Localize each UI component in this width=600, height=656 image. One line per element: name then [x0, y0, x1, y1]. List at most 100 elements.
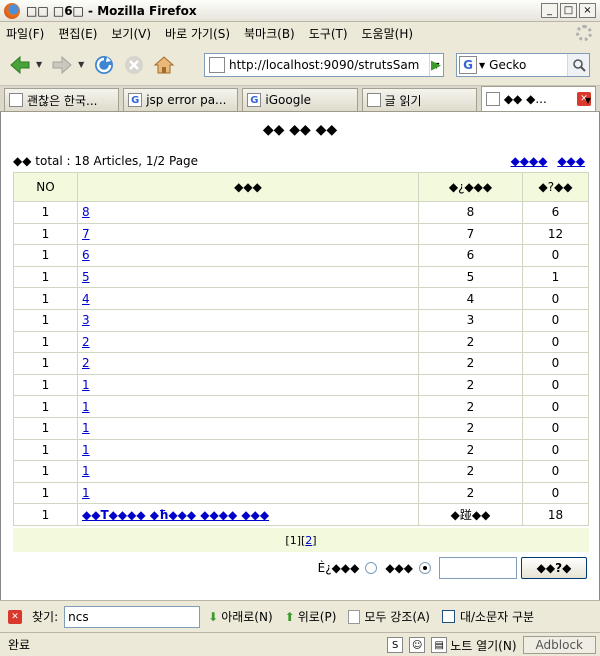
article-link[interactable]: 1 — [82, 421, 90, 435]
article-link[interactable]: 1 — [82, 464, 90, 478]
home-button[interactable] — [150, 51, 178, 79]
search-engine-dropdown[interactable]: ▼ — [479, 61, 485, 70]
find-input[interactable]: ncs — [64, 605, 201, 628]
search-engine-icon[interactable]: G — [459, 56, 477, 74]
menu-view[interactable]: 보기(V) — [111, 25, 151, 42]
menu-go[interactable]: 바로 가기(S) — [165, 25, 230, 42]
row-title-cell: 6 — [77, 244, 419, 267]
article-table: NO ◆◆◆ ◆¿◆◆◆ ◆?◆◆ 1 8 8 6 1 7 7 12 1 6 6 0 1 5 5 1 1 4 4 0 1… — [13, 172, 589, 526]
article-link[interactable]: 1 — [82, 443, 90, 457]
article-link[interactable]: 4 — [82, 292, 90, 306]
search-option-1-radio[interactable] — [365, 562, 378, 574]
page-link-2[interactable]: 2 — [305, 534, 312, 547]
row-hit-count: 0 — [522, 395, 589, 418]
tab-3[interactable]: G iGoogle — [242, 88, 358, 111]
search-option-2-radio[interactable] — [419, 562, 431, 574]
close-window-button[interactable]: × — [579, 3, 596, 18]
menu-tools[interactable]: 도구(T) — [309, 25, 348, 42]
menu-file[interactable]: 파일(F) — [6, 25, 44, 42]
table-row: 1886 — [13, 201, 589, 224]
adblock-button[interactable]: Adblock — [522, 636, 596, 654]
url-bar[interactable]: http://localhost:9090/strutsSam ▼ — [204, 53, 444, 77]
table-row: 11 20 — [13, 460, 589, 483]
menu-edit[interactable]: 편집(E) — [58, 25, 97, 42]
reload-button[interactable] — [90, 51, 118, 79]
minimize-button[interactable]: _ — [541, 3, 558, 18]
article-link[interactable]: 8 — [82, 205, 90, 219]
article-link[interactable]: 5 — [82, 270, 90, 284]
forward-button[interactable] — [48, 51, 76, 79]
find-previous-button[interactable]: ⬆ 위로(P) — [285, 608, 337, 625]
row-writer: 7 — [418, 222, 523, 246]
search-option-2-label: ◆◆◆ — [385, 561, 413, 575]
tab-5-active[interactable]: ◆◆ ◆... ✕ — [480, 86, 597, 111]
go-button[interactable]: ▶ — [426, 53, 446, 77]
article-link[interactable]: 6 — [82, 248, 90, 262]
article-link[interactable]: 1 — [82, 400, 90, 414]
back-button[interactable] — [6, 51, 34, 79]
match-case-label: 대/소문자 구분 — [459, 610, 535, 624]
article-link[interactable]: 1 — [82, 378, 90, 392]
article-link[interactable]: 7 — [82, 227, 90, 241]
tab-2[interactable]: G jsp error pa... — [123, 88, 239, 111]
menu-bar: 파일(F) 편집(E) 보기(V) 바로 가기(S) 북마크(B) 도구(T) … — [0, 22, 600, 44]
search-button[interactable] — [567, 54, 589, 76]
table-row: 11 20 — [13, 395, 589, 418]
find-next-button[interactable]: ⬇ 아래로(N) — [208, 608, 273, 625]
row-title-cell: 2 — [77, 330, 419, 354]
article-link[interactable]: 1 — [82, 486, 90, 500]
status-bar: 완료 S ☺ ▤ 노트 열기(N) Adblock — [0, 632, 600, 656]
menu-help[interactable]: 도움말(H) — [362, 25, 414, 42]
row-hit-count: 1 — [522, 265, 589, 289]
back-history-dropdown[interactable]: ▼ — [36, 60, 42, 69]
row-number: 1 — [13, 222, 78, 246]
row-title-cell: 5 — [77, 265, 419, 289]
table-row: 1660 — [13, 244, 589, 267]
forward-history-dropdown[interactable]: ▼ — [78, 60, 84, 69]
article-link[interactable]: ◆◆T◆◆◆◆ ◆ħ◆◆◆ ◆◆◆◆ ◆◆◆ — [82, 508, 269, 522]
url-text[interactable]: http://localhost:9090/strutsSam — [229, 58, 429, 72]
board-search-button[interactable]: ◆◆?◆ — [521, 557, 587, 579]
row-number: 1 — [13, 330, 78, 354]
maximize-button[interactable]: □ — [560, 3, 577, 18]
skype-addon-icon[interactable]: S — [387, 637, 404, 653]
monkey-addon-icon[interactable]: ☺ — [409, 637, 426, 653]
row-title-cell: 1 — [77, 460, 419, 483]
window-title: □□ □6□ - Mozilla Firefox — [26, 3, 197, 18]
close-find-bar-icon[interactable]: ✕ — [8, 609, 22, 624]
search-bar[interactable]: G ▼ Gecko — [456, 53, 590, 77]
row-hit-count: 6 — [522, 201, 589, 224]
tab-4[interactable]: 글 읽기 — [361, 88, 477, 111]
menu-bookmarks[interactable]: 북마크(B) — [244, 25, 295, 42]
highlight-all-button[interactable]: 모두 강조(A) — [348, 608, 430, 625]
row-writer: 4 — [418, 287, 523, 310]
tab-list-button[interactable]: ▼ — [580, 91, 596, 109]
board-search-input[interactable] — [439, 557, 517, 579]
board-search-form: Ѐ¿◆◆◆ ◆◆◆ ◆◆?◆ — [318, 556, 587, 580]
current-page: [1] — [285, 533, 301, 547]
page-icon — [366, 93, 381, 107]
search-input[interactable]: Gecko — [489, 58, 567, 72]
row-title-cell: 4 — [77, 287, 419, 310]
row-number: 1 — [13, 287, 78, 310]
column-header-no: NO — [13, 172, 78, 202]
highlight-icon — [348, 609, 361, 624]
match-case-checkbox[interactable] — [441, 610, 455, 623]
row-title-cell: ◆◆T◆◆◆◆ ◆ħ◆◆◆ ◆◆◆◆ ◆◆◆ — [77, 503, 419, 526]
highlight-all-label: 모두 강조(A) — [364, 610, 430, 624]
article-link[interactable]: 2 — [82, 356, 90, 370]
magnifier-icon — [572, 59, 586, 72]
top-link-2[interactable]: ◆◆◆ — [557, 154, 585, 168]
row-number: 1 — [13, 460, 78, 483]
article-link[interactable]: 3 — [82, 313, 90, 327]
navigation-toolbar: ▼ ▼ http://localhost:9090/strutsSam ▼ ▶ … — [0, 44, 600, 86]
article-link[interactable]: 2 — [82, 335, 90, 349]
tab-1[interactable]: 괜찮은 한국... — [4, 88, 120, 111]
stop-button[interactable] — [120, 51, 148, 79]
row-writer: 2 — [418, 438, 523, 462]
row-title-cell: 1 — [77, 416, 419, 440]
page-icon — [485, 92, 500, 106]
match-case-toggle[interactable]: 대/소문자 구분 — [441, 608, 535, 625]
open-notes-button[interactable]: ▤ 노트 열기(N) — [431, 637, 517, 654]
top-link-1[interactable]: ◆◆◆◆ — [511, 154, 548, 168]
